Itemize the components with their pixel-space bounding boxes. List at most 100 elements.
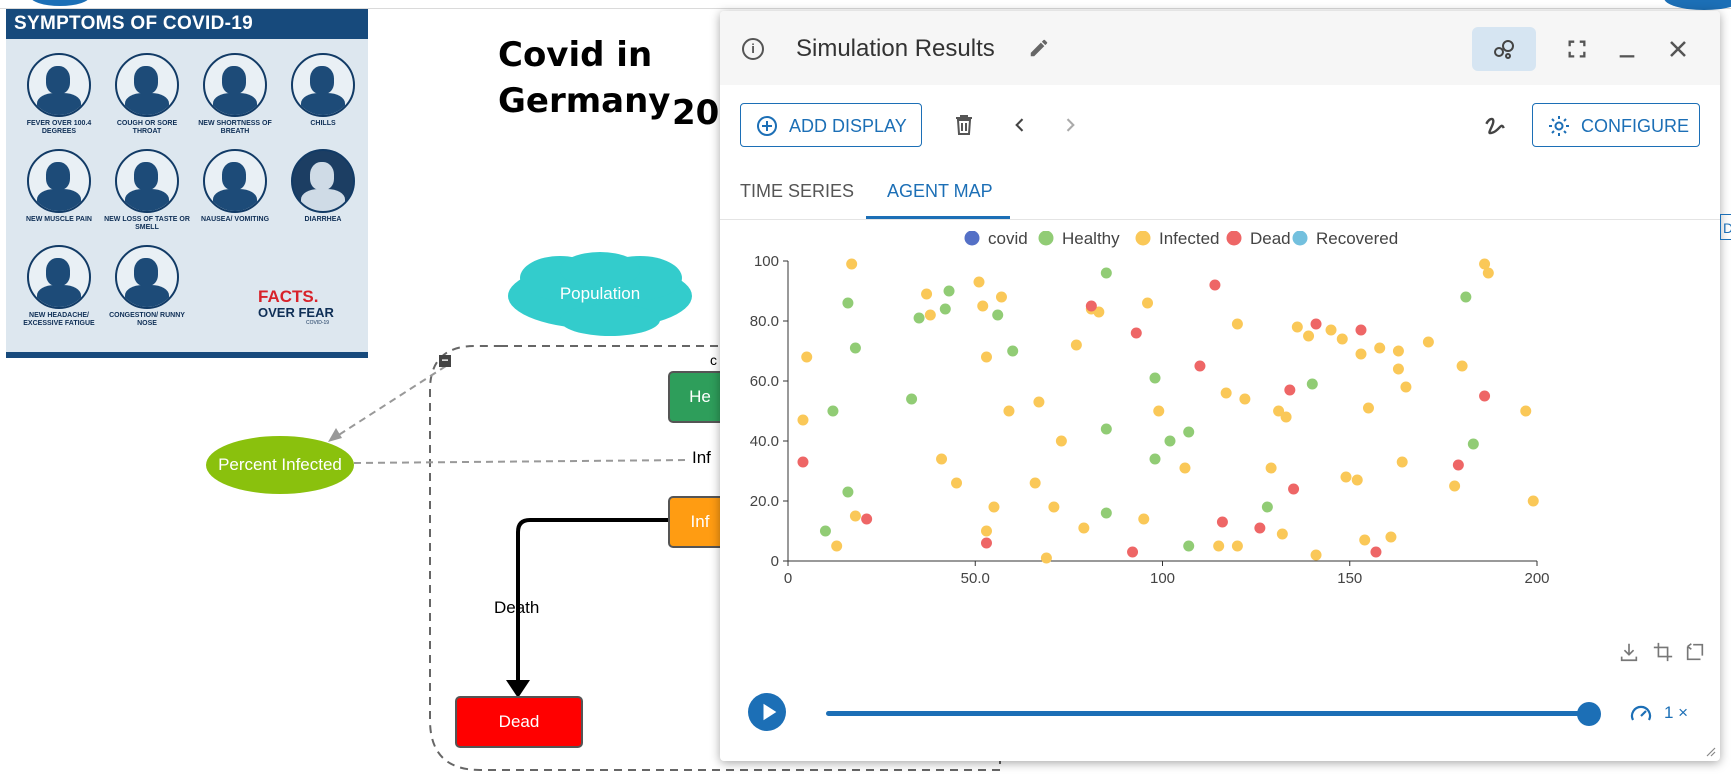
trash-icon[interactable]	[952, 113, 976, 137]
scatter-point-infected	[1400, 381, 1412, 393]
scatter-point-infected	[1291, 321, 1303, 333]
partial-label: c	[710, 352, 717, 368]
scatter-point-dead	[861, 513, 873, 525]
percent-infected-variable[interactable]: Percent Infected	[206, 436, 354, 494]
scatter-point-dead	[1370, 546, 1382, 558]
population-label: Population	[559, 284, 641, 303]
scatter-point-infected	[1422, 336, 1434, 348]
scatter-point-dead	[1452, 459, 1464, 471]
bubbles-toggle-button[interactable]	[1472, 27, 1536, 71]
scatter-point-dead	[1194, 360, 1206, 372]
scatter-point-infected	[1340, 471, 1352, 483]
scatter-point-infected	[1029, 477, 1041, 489]
scatter-point-infected	[1336, 333, 1348, 345]
scatter-point-healthy	[849, 342, 861, 354]
resize-handle-icon[interactable]	[1704, 745, 1716, 757]
fullscreen-icon[interactable]	[1566, 38, 1588, 60]
playback-speed[interactable]: 1 ×	[1664, 703, 1688, 723]
scatter-point-dead	[1288, 483, 1300, 495]
simulation-results-panel: i Simulation Results ADD DISPLAY CONFIGU…	[720, 11, 1720, 761]
collapse-group-button[interactable]: −	[439, 354, 451, 367]
panel-title: Simulation Results	[796, 35, 995, 62]
scatter-point-healthy	[1100, 507, 1112, 519]
chevron-right-icon[interactable]	[1060, 115, 1080, 135]
scatter-point-dead	[1209, 279, 1221, 291]
tab-agent-map[interactable]: AGENT MAP	[887, 181, 993, 202]
edge-partial-button[interactable]: D	[1720, 214, 1731, 240]
x-tick-label: 0	[784, 570, 792, 587]
y-tick-label: 100	[754, 253, 779, 270]
scatter-point-dead	[1284, 384, 1296, 396]
death-flow-line	[516, 518, 668, 680]
model-title: Covid in Germany	[498, 32, 670, 124]
add-display-button[interactable]: ADD DISPLAY	[740, 103, 922, 147]
scatter-point-infected	[977, 300, 989, 312]
draw-icon[interactable]	[1482, 113, 1508, 139]
speedometer-icon[interactable]	[1629, 702, 1653, 726]
scatter-point-infected	[995, 291, 1007, 303]
scatter-point-infected	[1351, 474, 1363, 486]
scatter-point-infected	[1527, 495, 1539, 507]
scatter-point-infected	[924, 309, 936, 321]
scatter-point-dead	[1216, 516, 1228, 528]
legend-marker-recovered	[1292, 231, 1308, 246]
scatter-point-infected	[1033, 396, 1045, 408]
chevron-left-icon[interactable]	[1010, 115, 1030, 135]
scatter-point-dead	[1479, 390, 1491, 402]
scatter-point-infected	[846, 258, 858, 270]
scatter-point-infected	[1213, 540, 1225, 552]
scatter-point-healthy	[1007, 345, 1019, 357]
legend-label-covid: covid	[988, 231, 1028, 248]
scatter-point-dead	[980, 537, 992, 549]
x-tick-label: 200	[1524, 570, 1549, 587]
scatter-point-infected	[1520, 405, 1532, 417]
close-icon[interactable]	[1666, 37, 1690, 61]
scatter-point-infected	[1396, 456, 1408, 468]
add-display-label: ADD DISPLAY	[789, 116, 907, 136]
legend-label-recovered: Recovered	[1316, 231, 1398, 248]
agent-map-chart[interactable]: 0 20.0 40.0 60.0 80.0 100 0 50.0 100 150 200 covid H…	[720, 231, 1720, 631]
x-tick-label: 150	[1337, 570, 1362, 587]
panel-header: i Simulation Results	[720, 11, 1720, 85]
scatter-point-infected	[1456, 360, 1468, 372]
scatter-point-infected	[1265, 462, 1277, 474]
scatter-point-healthy	[1467, 438, 1479, 450]
scatter-point-dead	[1355, 324, 1367, 336]
y-tick-label: 60.0	[750, 373, 779, 390]
tab-time-series[interactable]: TIME SERIES	[740, 181, 854, 202]
pencil-icon[interactable]	[1028, 37, 1050, 59]
time-slider-handle[interactable]	[1577, 702, 1601, 726]
scatter-point-infected	[801, 351, 813, 363]
scatter-point-infected	[1048, 501, 1060, 513]
download-icon[interactable]	[1618, 641, 1640, 663]
time-slider-track[interactable]	[826, 711, 1586, 716]
scatter-point-healthy	[1460, 291, 1472, 303]
bubbles-icon	[1494, 40, 1514, 59]
scatter-point-infected	[1449, 480, 1461, 492]
scatter-point-infected	[1303, 330, 1315, 342]
scatter-point-infected	[1078, 522, 1090, 534]
legend-label-dead: Dead	[1250, 231, 1291, 248]
y-tick-label: 20.0	[750, 493, 779, 510]
dead-stock[interactable]: Dead	[455, 696, 583, 748]
title-line-2: Germany	[498, 81, 671, 121]
play-button[interactable]	[748, 693, 786, 731]
scatter-point-healthy	[1183, 540, 1195, 552]
scatter-point-infected	[1385, 531, 1397, 543]
minimize-icon[interactable]	[1616, 38, 1638, 60]
scatter-point-infected	[1070, 339, 1082, 351]
scatter-point-infected	[1220, 387, 1232, 399]
scatter-point-dead	[1085, 300, 1097, 312]
scatter-point-infected	[1276, 528, 1288, 540]
zoom-select-icon[interactable]	[1652, 641, 1674, 663]
scatter-point-infected	[1362, 402, 1374, 414]
info-icon[interactable]: i	[742, 38, 764, 60]
add-circle-icon	[757, 116, 777, 136]
scatter-point-infected	[1179, 462, 1191, 474]
configure-button[interactable]: CONFIGURE	[1532, 103, 1700, 147]
legend-label-infected: Infected	[1159, 231, 1220, 248]
zoom-reset-icon[interactable]	[1684, 641, 1706, 663]
scatter-point-infected	[831, 540, 843, 552]
scatter-point-infected	[1355, 348, 1367, 360]
scatter-point-healthy	[819, 525, 831, 537]
